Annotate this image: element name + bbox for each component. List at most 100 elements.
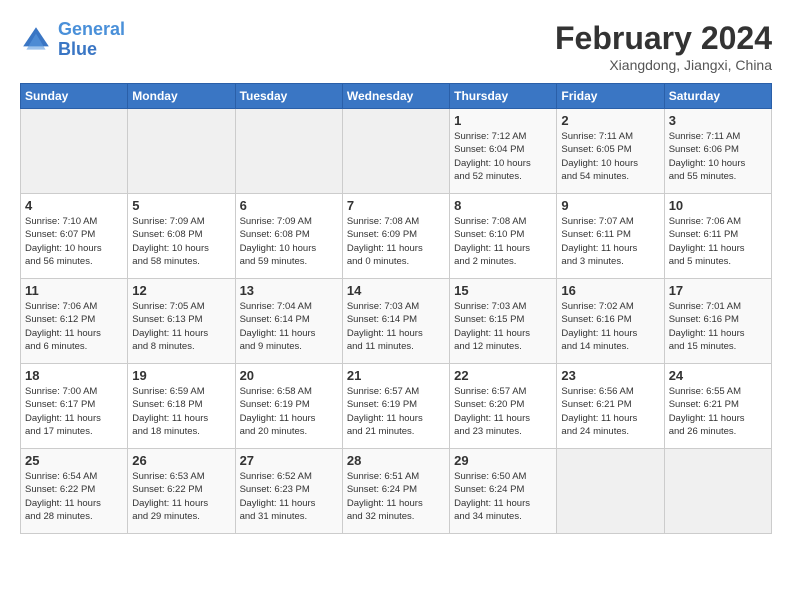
day-info: Sunrise: 7:10 AM Sunset: 6:07 PM Dayligh… (25, 215, 123, 268)
day-number: 2 (561, 113, 659, 128)
day-info: Sunrise: 6:50 AM Sunset: 6:24 PM Dayligh… (454, 470, 552, 523)
day-info: Sunrise: 6:57 AM Sunset: 6:20 PM Dayligh… (454, 385, 552, 438)
calendar-cell: 29 Sunrise: 6:50 AM Sunset: 6:24 PM Dayli… (450, 449, 557, 534)
day-info: Sunrise: 7:09 AM Sunset: 6:08 PM Dayligh… (240, 215, 338, 268)
calendar-week-row: 11Sunrise: 7:06 AM Sunset: 6:12 PM Dayli… (21, 279, 772, 364)
calendar-cell: 23 Sunrise: 6:56 AM Sunset: 6:21 PM Dayli… (557, 364, 664, 449)
calendar-week-row: 25 Sunrise: 6:54 AM Sunset: 6:22 PM Dayli… (21, 449, 772, 534)
day-info: Sunrise: 7:03 AM Sunset: 6:14 PM Dayligh… (347, 300, 445, 353)
day-info: Sunrise: 7:07 AM Sunset: 6:11 PM Dayligh… (561, 215, 659, 268)
day-info: Sunrise: 6:58 AM Sunset: 6:19 PM Dayligh… (240, 385, 338, 438)
day-number: 13 (240, 283, 338, 298)
day-number: 10 (669, 198, 767, 213)
day-number: 24 (669, 368, 767, 383)
day-info: Sunrise: 6:56 AM Sunset: 6:21 PM Dayligh… (561, 385, 659, 438)
logo: General Blue (20, 20, 125, 60)
day-number: 26 (132, 453, 230, 468)
calendar-cell: 19 Sunrise: 6:59 AM Sunset: 6:18 PM Dayli… (128, 364, 235, 449)
day-info: Sunrise: 7:12 AM Sunset: 6:04 PM Dayligh… (454, 130, 552, 183)
calendar-week-row: 18 Sunrise: 7:00 AM Sunset: 6:17 PM Dayli… (21, 364, 772, 449)
day-number: 20 (240, 368, 338, 383)
calendar-cell: 2Sunrise: 7:11 AM Sunset: 6:05 PM Daylig… (557, 109, 664, 194)
calendar-cell: 10 Sunrise: 7:06 AM Sunset: 6:11 PM Dayli… (664, 194, 771, 279)
calendar-cell: 17 Sunrise: 7:01 AM Sunset: 6:16 PM Dayli… (664, 279, 771, 364)
day-number: 18 (25, 368, 123, 383)
day-number: 12 (132, 283, 230, 298)
day-number: 25 (25, 453, 123, 468)
col-header-friday: Friday (557, 84, 664, 109)
col-header-monday: Monday (128, 84, 235, 109)
logo-icon (20, 24, 52, 56)
calendar-cell: 16 Sunrise: 7:02 AM Sunset: 6:16 PM Dayli… (557, 279, 664, 364)
calendar-header-row: SundayMondayTuesdayWednesdayThursdayFrid… (21, 84, 772, 109)
day-number: 29 (454, 453, 552, 468)
day-number: 15 (454, 283, 552, 298)
calendar-cell: 1 Sunrise: 7:12 AM Sunset: 6:04 PM Daylig… (450, 109, 557, 194)
day-number: 23 (561, 368, 659, 383)
calendar-cell: 12Sunrise: 7:05 AM Sunset: 6:13 PM Dayli… (128, 279, 235, 364)
day-number: 4 (25, 198, 123, 213)
day-number: 21 (347, 368, 445, 383)
calendar-cell: 7 Sunrise: 7:08 AM Sunset: 6:09 PM Daylig… (342, 194, 449, 279)
calendar-cell: 11Sunrise: 7:06 AM Sunset: 6:12 PM Dayli… (21, 279, 128, 364)
location-subtitle: Xiangdong, Jiangxi, China (555, 57, 772, 73)
calendar-cell (21, 109, 128, 194)
day-number: 27 (240, 453, 338, 468)
day-number: 28 (347, 453, 445, 468)
day-info: Sunrise: 6:54 AM Sunset: 6:22 PM Dayligh… (25, 470, 123, 523)
calendar-cell: 6 Sunrise: 7:09 AM Sunset: 6:08 PM Daylig… (235, 194, 342, 279)
day-number: 11 (25, 283, 123, 298)
calendar-cell (128, 109, 235, 194)
calendar-cell (664, 449, 771, 534)
col-header-wednesday: Wednesday (342, 84, 449, 109)
calendar-cell: 5 Sunrise: 7:09 AM Sunset: 6:08 PM Daylig… (128, 194, 235, 279)
calendar-cell: 22 Sunrise: 6:57 AM Sunset: 6:20 PM Dayli… (450, 364, 557, 449)
day-info: Sunrise: 7:09 AM Sunset: 6:08 PM Dayligh… (132, 215, 230, 268)
calendar-cell: 27 Sunrise: 6:52 AM Sunset: 6:23 PM Dayli… (235, 449, 342, 534)
day-number: 14 (347, 283, 445, 298)
day-info: Sunrise: 6:57 AM Sunset: 6:19 PM Dayligh… (347, 385, 445, 438)
logo-text: General Blue (58, 20, 125, 60)
day-info: Sunrise: 7:06 AM Sunset: 6:11 PM Dayligh… (669, 215, 767, 268)
calendar-cell: 8Sunrise: 7:08 AM Sunset: 6:10 PM Daylig… (450, 194, 557, 279)
day-number: 1 (454, 113, 552, 128)
day-number: 16 (561, 283, 659, 298)
col-header-tuesday: Tuesday (235, 84, 342, 109)
day-number: 3 (669, 113, 767, 128)
day-info: Sunrise: 7:08 AM Sunset: 6:09 PM Dayligh… (347, 215, 445, 268)
calendar-cell: 3 Sunrise: 7:11 AM Sunset: 6:06 PM Daylig… (664, 109, 771, 194)
day-info: Sunrise: 7:11 AM Sunset: 6:06 PM Dayligh… (669, 130, 767, 183)
calendar-cell (235, 109, 342, 194)
calendar-cell: 24Sunrise: 6:55 AM Sunset: 6:21 PM Dayli… (664, 364, 771, 449)
calendar-week-row: 4 Sunrise: 7:10 AM Sunset: 6:07 PM Daylig… (21, 194, 772, 279)
calendar-cell: 21 Sunrise: 6:57 AM Sunset: 6:19 PM Dayli… (342, 364, 449, 449)
calendar-cell: 28 Sunrise: 6:51 AM Sunset: 6:24 PM Dayli… (342, 449, 449, 534)
calendar-cell: 9 Sunrise: 7:07 AM Sunset: 6:11 PM Daylig… (557, 194, 664, 279)
title-block: February 2024 Xiangdong, Jiangxi, China (555, 20, 772, 73)
calendar-table: SundayMondayTuesdayWednesdayThursdayFrid… (20, 83, 772, 534)
day-number: 17 (669, 283, 767, 298)
day-info: Sunrise: 6:51 AM Sunset: 6:24 PM Dayligh… (347, 470, 445, 523)
day-info: Sunrise: 7:03 AM Sunset: 6:15 PM Dayligh… (454, 300, 552, 353)
calendar-cell: 14 Sunrise: 7:03 AM Sunset: 6:14 PM Dayli… (342, 279, 449, 364)
col-header-saturday: Saturday (664, 84, 771, 109)
calendar-cell: 15 Sunrise: 7:03 AM Sunset: 6:15 PM Dayli… (450, 279, 557, 364)
calendar-cell: 4 Sunrise: 7:10 AM Sunset: 6:07 PM Daylig… (21, 194, 128, 279)
day-info: Sunrise: 7:01 AM Sunset: 6:16 PM Dayligh… (669, 300, 767, 353)
col-header-sunday: Sunday (21, 84, 128, 109)
day-info: Sunrise: 6:59 AM Sunset: 6:18 PM Dayligh… (132, 385, 230, 438)
calendar-cell: 18 Sunrise: 7:00 AM Sunset: 6:17 PM Dayli… (21, 364, 128, 449)
calendar-cell: 26 Sunrise: 6:53 AM Sunset: 6:22 PM Dayli… (128, 449, 235, 534)
day-number: 7 (347, 198, 445, 213)
day-number: 8 (454, 198, 552, 213)
day-info: Sunrise: 7:02 AM Sunset: 6:16 PM Dayligh… (561, 300, 659, 353)
month-title: February 2024 (555, 20, 772, 57)
day-number: 9 (561, 198, 659, 213)
day-info: Sunrise: 6:53 AM Sunset: 6:22 PM Dayligh… (132, 470, 230, 523)
day-number: 6 (240, 198, 338, 213)
day-info: Sunrise: 7:00 AM Sunset: 6:17 PM Dayligh… (25, 385, 123, 438)
day-number: 19 (132, 368, 230, 383)
day-number: 5 (132, 198, 230, 213)
day-info: Sunrise: 6:52 AM Sunset: 6:23 PM Dayligh… (240, 470, 338, 523)
day-number: 22 (454, 368, 552, 383)
